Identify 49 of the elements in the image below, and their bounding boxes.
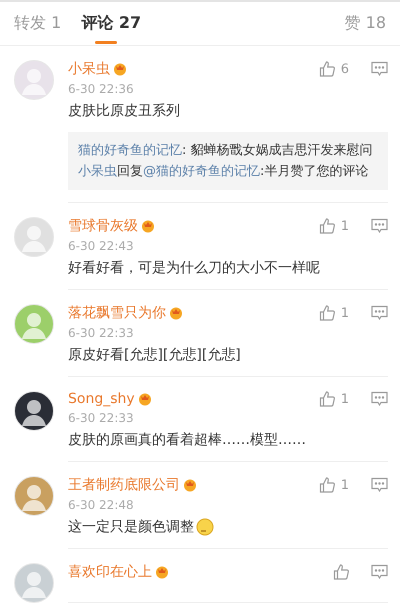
comment-text: 皮肤比原皮丑系列 bbox=[68, 102, 180, 120]
comment-time: 6-30 22:48 bbox=[68, 498, 135, 512]
comment-time: 6-30 22:43 bbox=[68, 239, 135, 253]
user-name[interactable]: 小呆虫 bbox=[68, 60, 110, 78]
thumbs-up-icon bbox=[318, 218, 335, 234]
user-name[interactable]: 喜欢印在心上 bbox=[68, 563, 152, 581]
reply-text: 猫的好奇鱼的记忆: 貂蝉杨戬女娲成吉思汗发来慰问 bbox=[78, 142, 374, 160]
comment-text: 原皮好看[允悲][允悲][允悲] bbox=[68, 346, 241, 364]
thumbs-up-icon bbox=[318, 61, 335, 77]
thumbs-up-icon bbox=[318, 477, 335, 493]
user-link[interactable]: 小呆虫 bbox=[78, 164, 117, 179]
thumbs-up-icon bbox=[318, 305, 335, 321]
vip-badge-icon bbox=[169, 306, 183, 320]
comment-text: 好看好看，可是为什么刀的大小不一样呢 bbox=[68, 259, 320, 277]
comment-text: 皮肤的原画真的看着超棒……模型…… bbox=[68, 431, 306, 449]
vip-badge-icon bbox=[113, 62, 127, 76]
user-name[interactable]: Song_shy bbox=[68, 391, 135, 407]
like-button[interactable]: 1 bbox=[318, 391, 349, 407]
tab[interactable]: 转发 1 bbox=[14, 3, 62, 44]
reply-text: 小呆虫回复@猫的好奇鱼的记忆:半月赞了您的评论 bbox=[78, 163, 370, 181]
mention-link[interactable]: @猫的好奇鱼的记忆 bbox=[143, 164, 260, 179]
user-link[interactable]: 猫的好奇鱼的记忆 bbox=[78, 143, 182, 158]
likes-tab[interactable]: 赞 18 bbox=[344, 13, 386, 34]
comment-icon[interactable] bbox=[371, 477, 388, 493]
like-button[interactable]: 6 bbox=[318, 61, 349, 77]
like-button[interactable]: 1 bbox=[318, 218, 349, 234]
comment-icon[interactable] bbox=[371, 305, 388, 321]
vip-badge-icon bbox=[138, 392, 152, 406]
comment-icon[interactable] bbox=[371, 218, 388, 234]
vip-badge-icon bbox=[155, 565, 169, 579]
user-name[interactable]: 雪球骨灰级 bbox=[68, 217, 138, 235]
user-name[interactable]: 王者制药底限公司 bbox=[68, 476, 180, 494]
like-button[interactable]: 1 bbox=[318, 305, 349, 321]
comment-icon[interactable] bbox=[371, 61, 388, 77]
avatar[interactable] bbox=[14, 391, 54, 431]
thumbs-up-icon bbox=[333, 564, 349, 580]
comment-time: 6-30 22:36 bbox=[68, 82, 135, 96]
tab[interactable]: 评论 27 bbox=[81, 3, 142, 44]
vip-badge-icon bbox=[183, 478, 197, 492]
comment-text: 这一定只是颜色调整 bbox=[68, 518, 194, 536]
comment-icon[interactable] bbox=[371, 564, 388, 580]
user-name[interactable]: 落花飘雪只为你 bbox=[68, 304, 166, 322]
thumbs-up-icon bbox=[318, 391, 335, 407]
comment-time: 6-30 22:33 bbox=[68, 411, 135, 425]
vip-badge-icon bbox=[141, 219, 155, 233]
like-button[interactable] bbox=[333, 564, 349, 580]
like-button[interactable]: 1 bbox=[318, 477, 349, 493]
comment-time: 6-30 22:33 bbox=[68, 326, 135, 340]
comment-icon[interactable] bbox=[371, 391, 388, 407]
